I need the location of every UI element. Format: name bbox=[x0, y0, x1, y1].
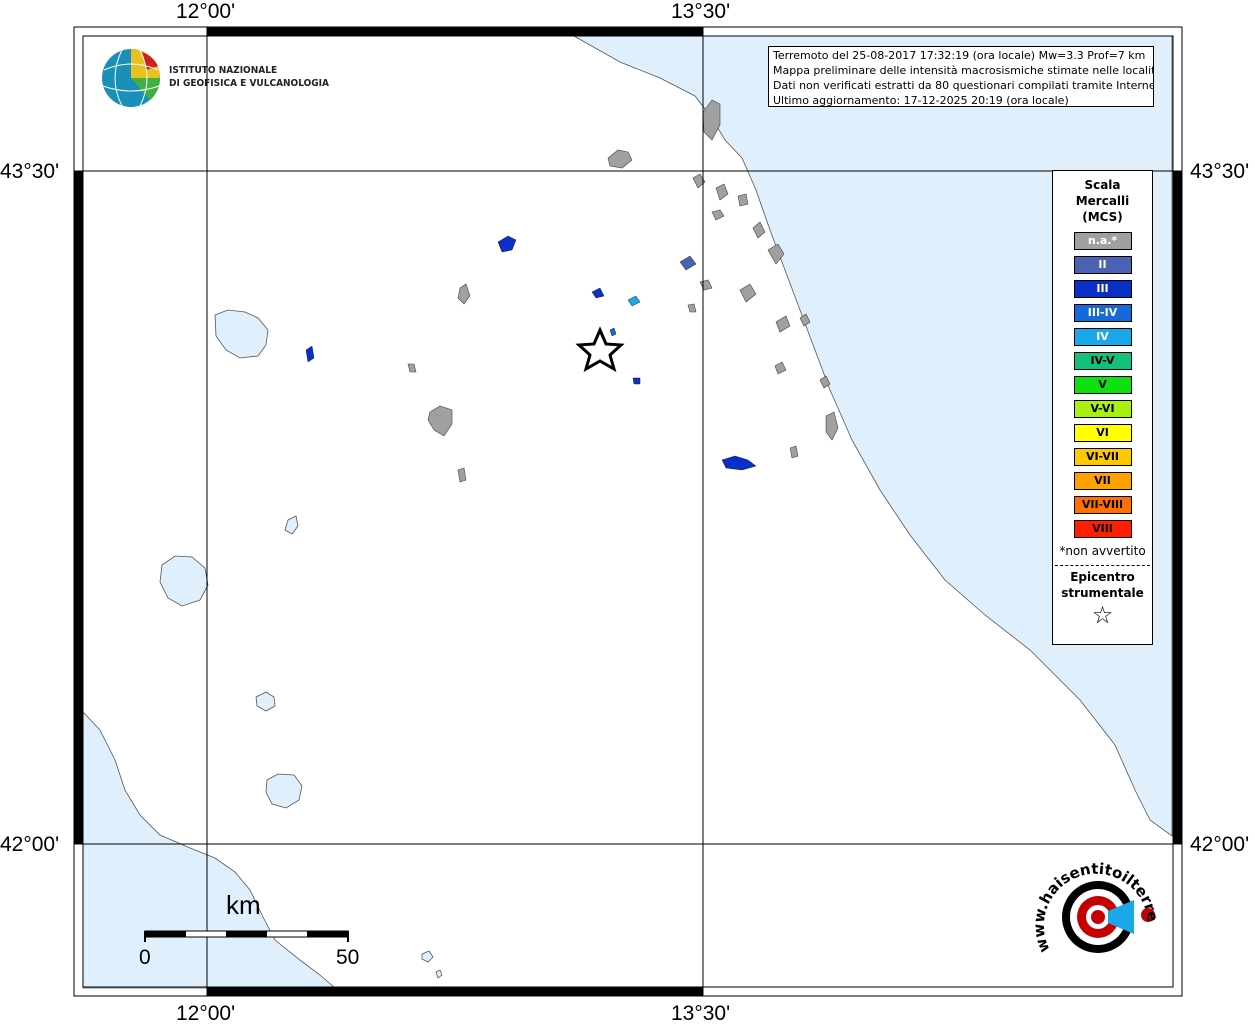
legend-item: V bbox=[1073, 376, 1132, 394]
legend-item: VIII bbox=[1073, 520, 1132, 538]
legend-epicenter-label: Epicentro strumentale bbox=[1053, 569, 1152, 601]
legend-star-icon: ☆ bbox=[1091, 601, 1114, 629]
legend-note: *non avvertito bbox=[1059, 544, 1146, 558]
legend-title: Scala Mercalli (MCS) bbox=[1053, 177, 1152, 225]
coord-left-4200: 42°00' bbox=[0, 833, 60, 856]
mcs-legend: Scala Mercalli (MCS) n.a.* II III III-IV IV I… bbox=[1052, 170, 1153, 645]
ingv-name-line1: ISTITUTO NAZIONALE bbox=[169, 65, 278, 76]
coord-bottom-12: 12°00' bbox=[176, 1002, 236, 1025]
info-line-4: Ultimo aggiornamento: 17-12-2025 20:19 (… bbox=[773, 94, 1069, 107]
coord-right-4330: 43°30' bbox=[1190, 160, 1250, 183]
legend-item: VI bbox=[1073, 424, 1132, 442]
scale-start: 0 bbox=[139, 946, 151, 969]
legend-item: III-IV bbox=[1073, 304, 1132, 322]
legend-item: VI-VII bbox=[1073, 448, 1132, 466]
legend-divider bbox=[1055, 565, 1150, 566]
info-line-2: Mappa preliminare delle intensità macros… bbox=[773, 64, 1154, 77]
legend-item: VII bbox=[1073, 472, 1132, 490]
legend-epicenter-line1: Epicentro bbox=[1070, 570, 1135, 584]
legend-item: n.a.* bbox=[1073, 232, 1132, 250]
coord-top-1330: 13°30' bbox=[671, 0, 731, 23]
coord-right-4200: 42°00' bbox=[1190, 833, 1250, 856]
coord-left-4330: 43°30' bbox=[0, 160, 60, 183]
coord-top-12: 12°00' bbox=[176, 0, 236, 23]
legend-item: II bbox=[1073, 256, 1132, 274]
ingv-logo-globe bbox=[102, 49, 161, 107]
ingv-logo-text: ISTITUTO NAZIONALE DI GEOFISICA E VULCAN… bbox=[169, 64, 329, 90]
coord-bottom-1330: 13°30' bbox=[671, 1002, 731, 1025]
hsi-logo: www.haisentitoilterremoto.it bbox=[1030, 855, 1162, 955]
legend-title-3: (MCS) bbox=[1082, 210, 1123, 224]
event-info-box: Terremoto del 25-08-2017 17:32:19 (ora l… bbox=[768, 46, 1154, 107]
legend-item: IV bbox=[1073, 328, 1132, 346]
scale-unit: km bbox=[226, 890, 261, 920]
legend-item: V-VI bbox=[1073, 400, 1132, 418]
scale-end: 50 bbox=[336, 946, 360, 969]
legend-title-2: Mercalli bbox=[1075, 194, 1130, 208]
legend-item: IV-V bbox=[1073, 352, 1132, 370]
legend-item: III bbox=[1073, 280, 1132, 298]
legend-items: n.a.* II III III-IV IV IV-V V V-VI VI VI-VII VII VI… bbox=[1053, 232, 1152, 538]
legend-epicenter-line2: strumentale bbox=[1061, 586, 1144, 600]
info-line-1: Terremoto del 25-08-2017 17:32:19 (ora l… bbox=[773, 49, 1146, 62]
legend-item: VII-VIII bbox=[1073, 496, 1132, 514]
legend-title-1: Scala bbox=[1084, 178, 1121, 192]
info-line-3: Dati non verificati estratti da 80 quest… bbox=[773, 79, 1154, 92]
ingv-name-line2: DI GEOFISICA E VULCANOLOGIA bbox=[169, 78, 329, 89]
